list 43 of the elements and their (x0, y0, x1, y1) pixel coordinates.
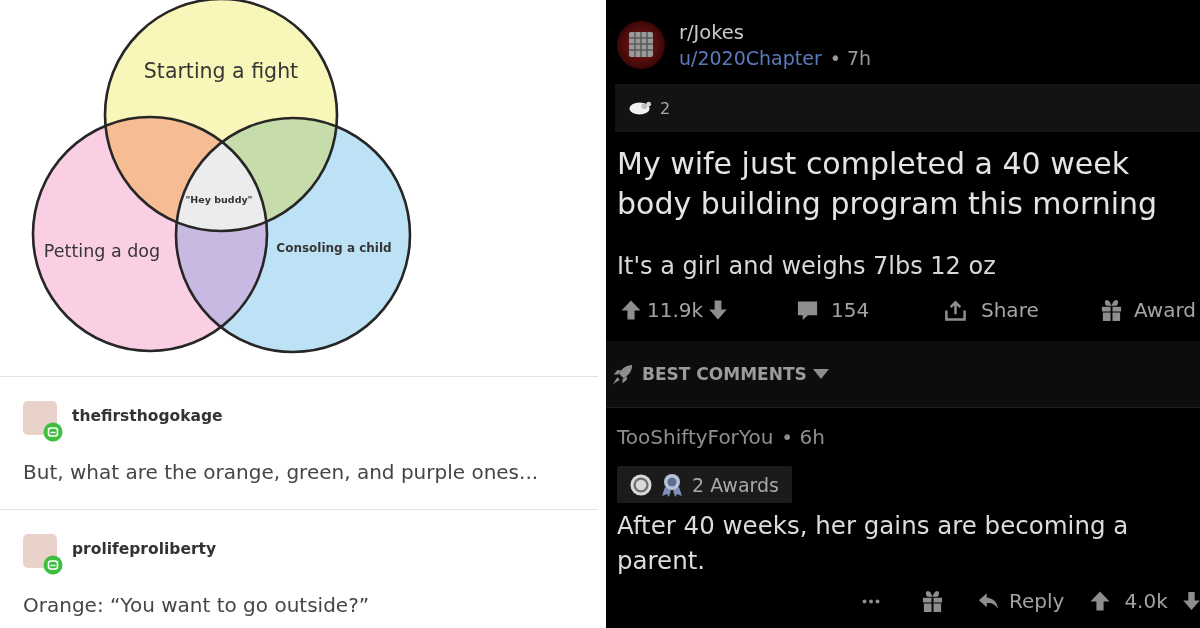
more-icon[interactable] (862, 598, 880, 604)
award-button[interactable]: Award (1100, 298, 1200, 322)
award-icon (629, 101, 652, 115)
post-title: My wife just completed a 40 week body building program this morning (617, 145, 1159, 223)
vote-count: 11.9k (647, 298, 704, 322)
post-body: It's a girl and weighs 7lbs 12 oz (617, 251, 997, 281)
venn-label: "Hey buddy" (185, 193, 253, 205)
badge-icon (43, 422, 63, 442)
comment-text: After 40 weeks, her gains are becoming a parent. (617, 510, 1130, 577)
medal-icon (661, 472, 683, 497)
caret-icon (812, 369, 829, 379)
reply-button[interactable]: Reply (978, 589, 1065, 613)
award-count: 2 (660, 98, 671, 118)
subreddit-icon[interactable] (617, 20, 665, 69)
gift-icon (1100, 298, 1123, 322)
upvote-icon[interactable] (621, 300, 641, 320)
venn-label: Starting a fight (143, 59, 299, 83)
reply-text: Orange: “You want to go outside?” (23, 594, 371, 616)
reply-text: But, what are the orange, green, and purple ones... (23, 461, 540, 483)
downvote-icon[interactable] (709, 300, 728, 320)
vote-count: 4.0k (1124, 589, 1168, 613)
post-age: • 7h (829, 46, 872, 70)
venn-label: Consoling a child (276, 241, 392, 255)
comment-author[interactable]: TooShiftyForYou (617, 425, 774, 449)
coin-icon (630, 473, 652, 496)
author-link[interactable]: u/2020Chapter (679, 46, 822, 70)
comment-age: • 6h (781, 425, 825, 449)
username-link[interactable]: prolifeproliberty (72, 540, 217, 558)
upvote-icon[interactable] (1090, 591, 1111, 611)
subreddit-link[interactable]: r/Jokes (679, 21, 872, 45)
venn-label: Petting a dog (43, 241, 161, 261)
comments-button[interactable]: 154 (796, 298, 944, 322)
awards-button[interactable]: 2 Awards (617, 466, 792, 503)
share-icon (944, 298, 967, 322)
username-link[interactable]: thefirsthogokage (72, 407, 223, 425)
badge-icon (43, 555, 63, 575)
share-button[interactable]: Share (944, 298, 1100, 322)
sort-button[interactable]: BEST COMMENTS (612, 363, 829, 385)
comment-icon (796, 298, 819, 322)
gift-icon[interactable] (921, 589, 944, 613)
rocket-icon (612, 363, 633, 385)
reply-icon (978, 592, 999, 610)
downvote-icon[interactable] (1182, 591, 1200, 611)
